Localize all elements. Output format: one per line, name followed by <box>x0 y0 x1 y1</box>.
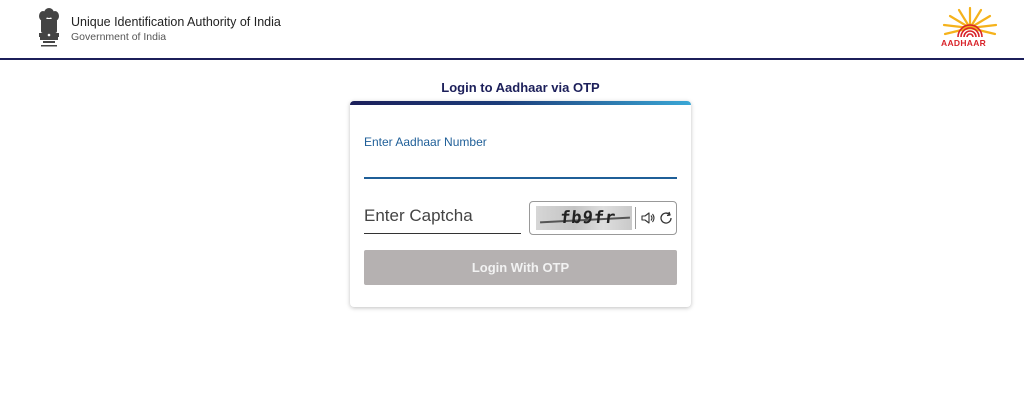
speaker-icon[interactable] <box>640 210 656 226</box>
login-card: Enter Aadhaar Number fb9fr Login With OT… <box>350 101 691 307</box>
captcha-divider <box>635 207 636 229</box>
national-emblem-icon <box>39 8 59 47</box>
login-with-otp-button[interactable]: Login With OTP <box>364 250 677 285</box>
captcha-image-text: fb9fr <box>558 208 618 228</box>
page-title: Login to Aadhaar via OTP <box>441 80 600 95</box>
refresh-icon[interactable] <box>658 210 674 226</box>
aadhaar-number-input[interactable] <box>364 153 677 177</box>
captcha-box: fb9fr <box>529 201 677 235</box>
site-header: Unique Identification Authority of India… <box>0 0 1024 60</box>
org-subtitle: Government of India <box>71 31 167 43</box>
aadhaar-number-label: Enter Aadhaar Number <box>364 135 487 149</box>
captcha-input[interactable] <box>364 201 521 231</box>
aadhaar-logo-text: AADHAAR <box>941 38 987 48</box>
org-block: Unique Identification Authority of India… <box>71 15 281 44</box>
aadhaar-number-field[interactable]: Enter Aadhaar Number <box>364 135 677 179</box>
org-name: Unique Identification Authority of India <box>71 15 281 29</box>
captcha-image: fb9fr <box>536 206 632 230</box>
captcha-field[interactable] <box>364 201 521 234</box>
card-accent-bar <box>350 101 691 105</box>
